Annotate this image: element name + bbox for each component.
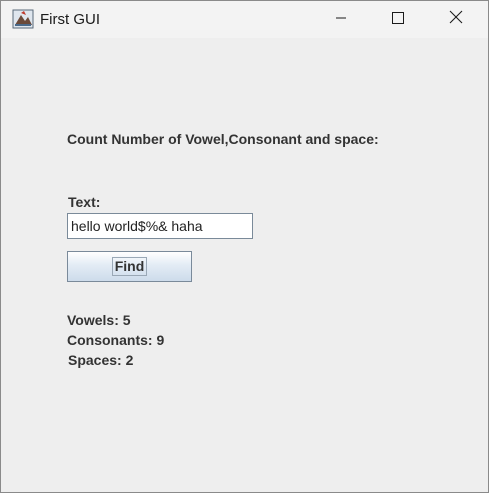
close-button[interactable]	[433, 1, 479, 38]
maximize-icon	[392, 11, 404, 29]
spaces-result: Spaces: 2	[68, 352, 134, 368]
title-bar[interactable]: First GUI	[1, 1, 488, 38]
text-label: Text:	[68, 194, 101, 210]
content-panel: Count Number of Vowel,Consonant and spac…	[1, 38, 488, 492]
maximize-button[interactable]	[375, 1, 421, 38]
close-icon	[449, 10, 463, 29]
java-app-icon	[12, 9, 34, 29]
minimize-button[interactable]	[318, 1, 364, 38]
window-title: First GUI	[40, 11, 100, 28]
find-button-label: Find	[111, 257, 148, 276]
app-window: First GUI Count Number of Vowel,Consonan…	[0, 0, 489, 493]
consonants-result: Consonants: 9	[67, 332, 165, 348]
vowels-result: Vowels: 5	[67, 312, 131, 328]
find-button[interactable]: Find	[67, 251, 192, 282]
minimize-icon	[335, 11, 347, 29]
form-heading: Count Number of Vowel,Consonant and spac…	[67, 131, 379, 147]
text-input[interactable]	[67, 213, 253, 239]
